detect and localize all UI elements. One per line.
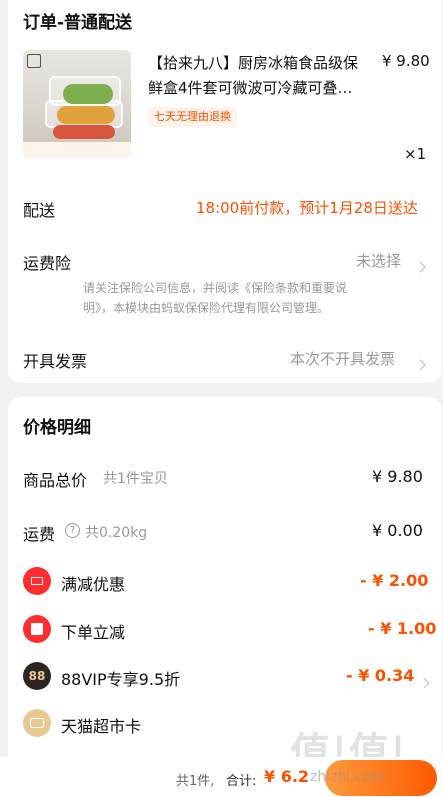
- return-policy-tag: 七天无理由退换: [148, 107, 237, 127]
- product-name-line2[interactable]: 鲜盒4件套可微波可冷藏可叠…: [148, 77, 353, 98]
- goods-total-label: 商品总价: [23, 471, 88, 490]
- watermark-site: zhizhi.com: [310, 769, 385, 785]
- discount-label-1: 满减优惠: [61, 575, 126, 594]
- discount-value-2: - ¥ 1.00: [368, 619, 437, 638]
- invoice-chevron-icon[interactable]: [414, 354, 426, 373]
- card-icon: [23, 709, 51, 737]
- vip88-icon: 88: [23, 662, 51, 690]
- insurance-chevron-icon[interactable]: [414, 256, 426, 275]
- reduce-icon: [23, 615, 51, 643]
- invoice-value[interactable]: 本次不开具发票: [290, 348, 395, 369]
- product-image[interactable]: [23, 50, 131, 158]
- product-qty: ×1: [404, 145, 427, 163]
- insurance-value[interactable]: 未选择: [356, 250, 401, 271]
- goods-total-sub: 共1件宝贝: [103, 471, 168, 487]
- vip-chevron-icon[interactable]: [418, 672, 430, 691]
- shipping-label: 运费: [23, 525, 56, 544]
- food-red: [53, 125, 115, 139]
- total-label: 合计:: [226, 774, 257, 789]
- invoice-label: 开具发票: [23, 352, 88, 371]
- shipping-value: ¥ 0.00: [372, 521, 423, 540]
- discount-label-4: 天猫超市卡: [61, 717, 142, 736]
- delivery-label: 配送: [23, 201, 56, 220]
- product-name-line1[interactable]: 【拾来九八】厨房冰箱食品级保: [148, 52, 358, 73]
- help-icon[interactable]: ?: [65, 523, 80, 538]
- insurance-note-line1: 请关注保险公司信息，并阅读《保险条款和重要说: [83, 281, 348, 295]
- insurance-note-line2: 明》，本模块由蚂蚁保保险代理有限公司管理。: [83, 301, 330, 315]
- insurance-label: 运费险: [23, 254, 72, 273]
- discount-value-1: - ¥ 2.00: [360, 571, 429, 590]
- checkout-bar: 共1件, 合计: ¥ 6.2 zhizhi.com: [0, 757, 443, 797]
- shipping-sub: 共0.20kg: [85, 525, 148, 541]
- order-card: 订单-普通配送 【拾来九八】厨房冰箱食品级保 鲜盒4件套可微波可冷藏可叠… ¥ …: [8, 0, 442, 383]
- food-orange: [57, 106, 115, 124]
- food-greens: [63, 84, 113, 104]
- discount-value-3: - ¥ 0.34: [346, 666, 415, 685]
- goods-total-value: ¥ 9.80: [372, 467, 423, 486]
- total-value: ¥ 6.2: [264, 767, 310, 786]
- discount-label-2: 下单立减: [61, 623, 126, 642]
- product-price: ¥ 9.80: [382, 52, 430, 70]
- order-title: 订单-普通配送: [23, 13, 133, 33]
- ticket-icon: [23, 567, 51, 595]
- delivery-value: 18:00前付款，预计1月28日送达: [196, 199, 418, 217]
- promo-strip: [23, 142, 131, 158]
- item-count: 共1件,: [176, 774, 215, 789]
- discount-label-3: 88VIP专享9.5折: [61, 670, 181, 689]
- price-detail-title: 价格明细: [23, 418, 91, 438]
- brand-logo-icon: [27, 54, 41, 68]
